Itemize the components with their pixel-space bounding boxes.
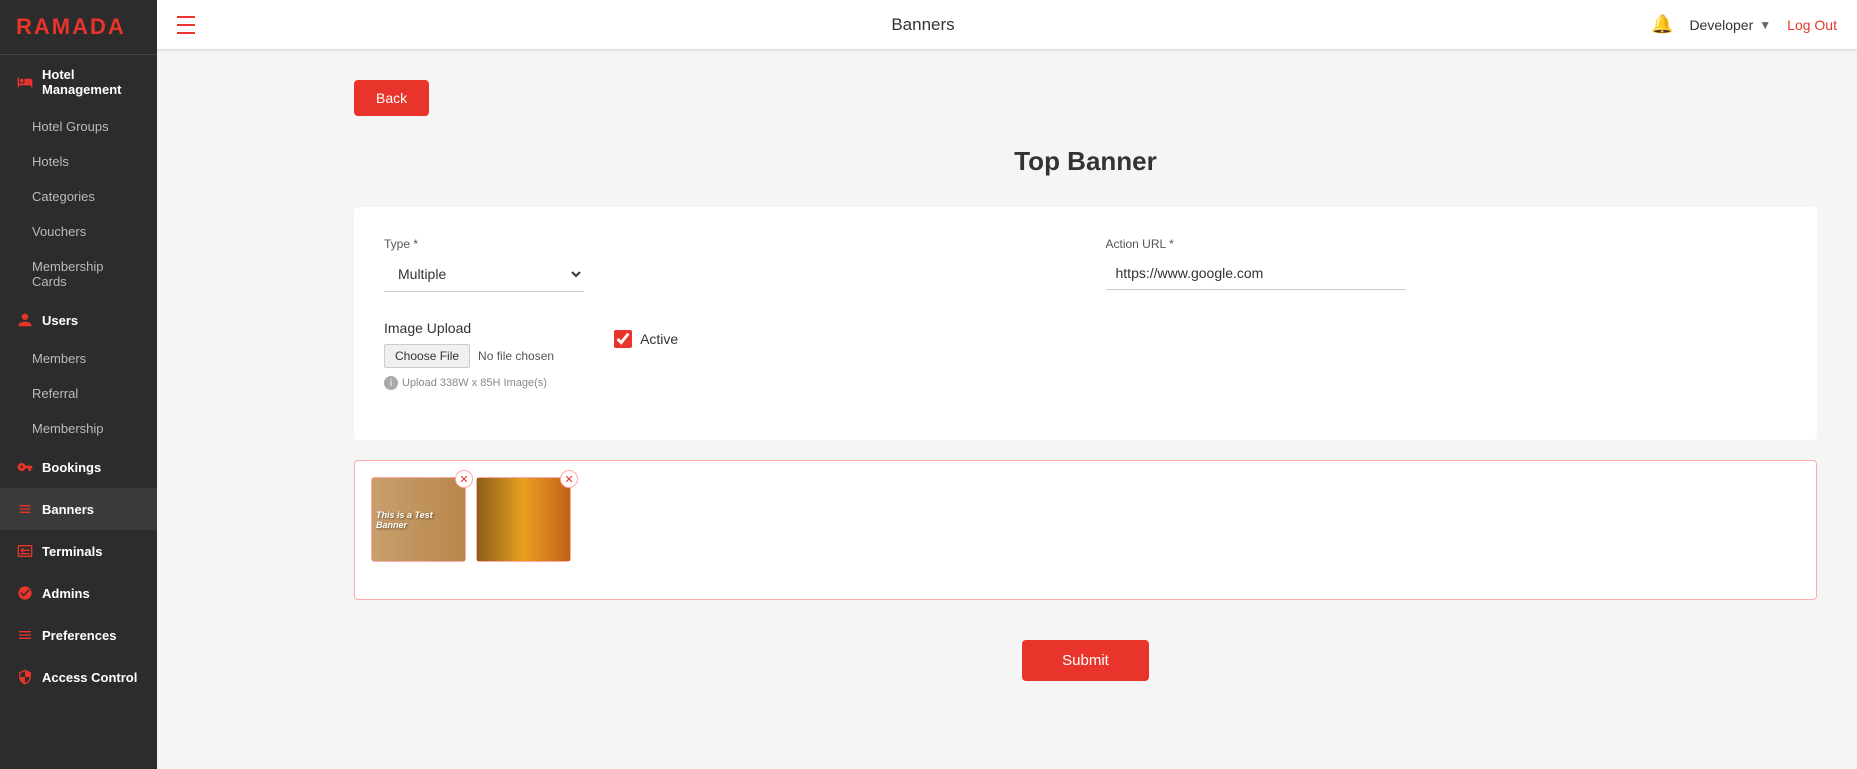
sidebar-label-preferences: Preferences xyxy=(42,628,116,643)
topbar-title: Banners xyxy=(891,15,954,35)
sidebar-item-banners[interactable]: Banners xyxy=(0,488,157,530)
topbar-left xyxy=(177,13,195,37)
sidebar-section-terminals: Terminals xyxy=(0,530,157,572)
sidebar-item-referral[interactable]: Referral xyxy=(16,376,157,411)
upload-hint: i Upload 338W x 85H Image(s) xyxy=(384,376,554,390)
upload-hint-text: Upload 338W x 85H Image(s) xyxy=(402,377,547,389)
sidebar-item-bookings[interactable]: Bookings xyxy=(0,446,157,488)
sidebar-item-hotels[interactable]: Hotels xyxy=(16,144,157,179)
type-label: Type * xyxy=(384,237,1066,251)
sidebar-item-admins[interactable]: Admins xyxy=(0,572,157,614)
sidebar-label-bookings: Bookings xyxy=(42,460,101,475)
file-input-row: Choose File No file chosen xyxy=(384,344,554,368)
sidebar-label-categories: Categories xyxy=(32,189,95,204)
form-row-type-url: Type * Multiple Single Action URL * xyxy=(384,237,1787,292)
choose-file-button[interactable]: Choose File xyxy=(384,344,470,368)
topbar: Banners 🔔 Developer ▼ Log Out xyxy=(157,0,1857,50)
no-file-text: No file chosen xyxy=(478,349,554,363)
hamburger-line-1 xyxy=(177,16,195,18)
sidebar-section-preferences: Preferences xyxy=(0,614,157,656)
sidebar-label-members: Members xyxy=(32,351,86,366)
user-icon xyxy=(16,311,34,329)
sidebar-sub-users: Members Referral Membership xyxy=(0,341,157,446)
sidebar-label-admins: Admins xyxy=(42,586,90,601)
sidebar-item-categories[interactable]: Categories xyxy=(16,179,157,214)
sidebar-section-banners: Banners xyxy=(0,488,157,530)
action-url-label: Action URL * xyxy=(1106,237,1788,251)
sidebar-label-hotels: Hotels xyxy=(32,154,69,169)
topbar-right: 🔔 Developer ▼ Log Out xyxy=(1651,14,1837,35)
sidebar-section-hotel: Hotel Management Hotel Groups Hotels Cat… xyxy=(0,55,157,299)
terminal-icon xyxy=(16,542,34,560)
submit-button[interactable]: Submit xyxy=(1022,640,1149,681)
key-icon xyxy=(16,458,34,476)
logo: RAMADA xyxy=(0,0,157,55)
sidebar-label-hotel-groups: Hotel Groups xyxy=(32,119,109,134)
sidebar-item-users[interactable]: Users xyxy=(0,299,157,341)
sidebar-label-terminals: Terminals xyxy=(42,544,102,559)
sidebar-section-access-control: Access Control xyxy=(0,656,157,698)
form-area: Type * Multiple Single Action URL * Imag… xyxy=(354,207,1817,440)
hotel-icon xyxy=(16,73,34,91)
sidebar-label-access-control: Access Control xyxy=(42,670,137,685)
upload-left: Image Upload Choose File No file chosen … xyxy=(384,320,554,390)
sidebar-section-admins: Admins xyxy=(0,572,157,614)
form-field-action-url: Action URL * xyxy=(1106,237,1788,292)
info-icon: i xyxy=(384,376,398,390)
logout-button[interactable]: Log Out xyxy=(1787,17,1837,33)
remove-image-2-button[interactable]: ✕ xyxy=(560,470,578,488)
logo-text: RAMADA xyxy=(16,14,126,39)
sidebar-section-bookings: Bookings xyxy=(0,446,157,488)
sidebar-item-hotel-groups[interactable]: Hotel Groups xyxy=(16,109,157,144)
section-title: Top Banner xyxy=(354,146,1817,177)
sidebar-label-hotel-management: Hotel Management xyxy=(42,67,141,97)
chevron-down-icon: ▼ xyxy=(1759,18,1771,32)
main-content: Back Top Banner Type * Multiple Single A… xyxy=(314,50,1857,769)
form-field-type: Type * Multiple Single xyxy=(384,237,1066,292)
sidebar-item-access-control[interactable]: Access Control xyxy=(0,656,157,698)
hamburger-line-2 xyxy=(177,24,195,26)
hamburger-line-3 xyxy=(177,32,195,34)
image-upload-label: Image Upload xyxy=(384,320,554,336)
sidebar-sub-hotel: Hotel Groups Hotels Categories Vouchers … xyxy=(0,109,157,299)
image-preview-item-1: ✕ This is a Test Banner xyxy=(371,477,466,562)
sidebar-label-vouchers: Vouchers xyxy=(32,224,86,239)
action-url-input[interactable] xyxy=(1106,257,1406,290)
sidebar-label-users: Users xyxy=(42,313,78,328)
upload-section: Image Upload Choose File No file chosen … xyxy=(384,320,1787,390)
admin-icon xyxy=(16,584,34,602)
image-preview-container: ✕ This is a Test Banner ✕ xyxy=(354,460,1817,600)
type-select[interactable]: Multiple Single xyxy=(384,257,584,292)
sidebar-item-members[interactable]: Members xyxy=(16,341,157,376)
banner-1-text: This is a Test Banner xyxy=(372,506,465,534)
notification-bell-icon[interactable]: 🔔 xyxy=(1651,14,1673,35)
sidebar-item-hotel-management[interactable]: Hotel Management xyxy=(0,55,157,109)
sidebar-section-users: Users Members Referral Membership xyxy=(0,299,157,446)
remove-image-1-button[interactable]: ✕ xyxy=(455,470,473,488)
image-preview-item-2: ✕ xyxy=(476,477,571,562)
active-checkbox[interactable] xyxy=(614,330,632,348)
sidebar-item-membership[interactable]: Membership xyxy=(16,411,157,446)
username-label: Developer xyxy=(1689,17,1753,33)
banner-icon xyxy=(16,500,34,518)
sidebar: RAMADA Hotel Management Hotel Groups Hot… xyxy=(0,0,157,769)
sidebar-item-membership-cards[interactable]: Membership Cards xyxy=(16,249,157,299)
submit-area: Submit xyxy=(354,620,1817,691)
sidebar-label-banners: Banners xyxy=(42,502,94,517)
preferences-icon xyxy=(16,626,34,644)
sidebar-label-membership-cards: Membership Cards xyxy=(32,259,141,289)
active-label: Active xyxy=(640,331,678,347)
sidebar-label-referral: Referral xyxy=(32,386,78,401)
hamburger-menu[interactable] xyxy=(177,13,195,37)
sidebar-item-vouchers[interactable]: Vouchers xyxy=(16,214,157,249)
sidebar-item-terminals[interactable]: Terminals xyxy=(0,530,157,572)
back-button[interactable]: Back xyxy=(354,80,429,116)
sidebar-item-preferences[interactable]: Preferences xyxy=(0,614,157,656)
sidebar-label-membership: Membership xyxy=(32,421,104,436)
shield-icon xyxy=(16,668,34,686)
user-menu[interactable]: Developer ▼ xyxy=(1689,17,1771,33)
active-row: Active xyxy=(614,330,678,348)
